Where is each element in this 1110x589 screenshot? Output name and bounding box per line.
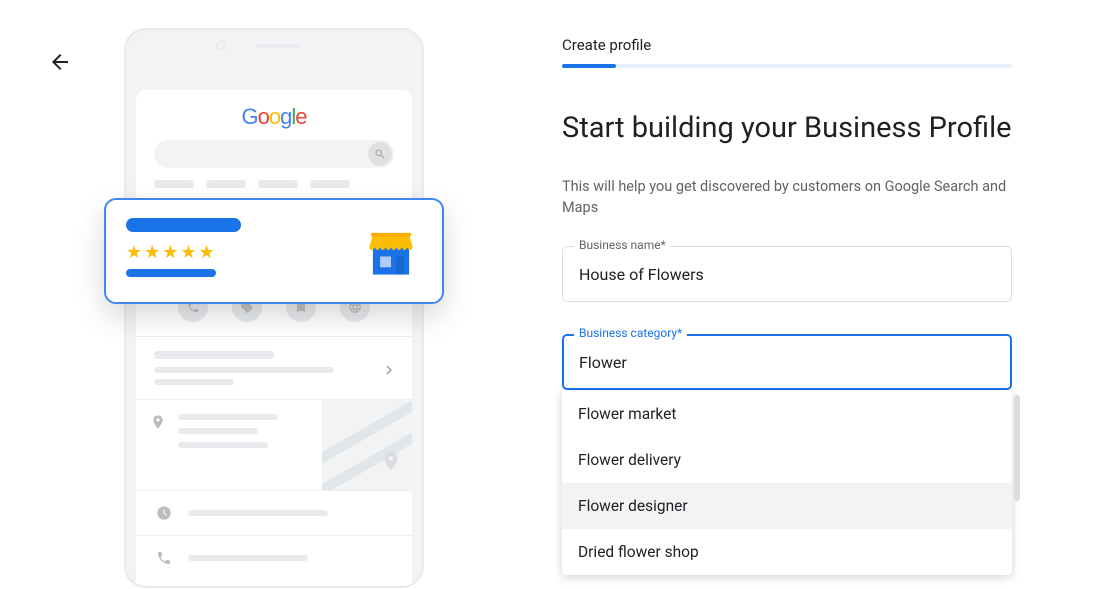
stepper-label: Create profile bbox=[562, 36, 1012, 54]
skeleton-tabs bbox=[136, 176, 412, 192]
google-logo: Google bbox=[136, 90, 412, 130]
chevron-right-icon bbox=[380, 361, 398, 383]
business-category-input[interactable] bbox=[562, 334, 1012, 390]
phone-mockup: Google bbox=[124, 28, 424, 588]
phone-camera-dot bbox=[216, 40, 226, 50]
category-suggestions-dropdown: Flower market Flower delivery Flower des… bbox=[562, 391, 1012, 575]
mock-map-section bbox=[136, 399, 412, 490]
suggestion-option[interactable]: Flower delivery bbox=[562, 437, 1012, 483]
mock-list-section bbox=[136, 336, 412, 399]
mock-subtitle-bar bbox=[126, 269, 216, 277]
mock-phone-row bbox=[136, 535, 412, 580]
featured-business-card: ★★★★★ bbox=[104, 198, 444, 304]
business-category-field: Business category* Flower market Flower … bbox=[562, 334, 1012, 390]
progress-track bbox=[562, 64, 1012, 68]
back-button[interactable] bbox=[48, 50, 72, 74]
business-name-field: Business name* bbox=[562, 246, 1012, 302]
mock-title-bar bbox=[126, 218, 241, 232]
phone-screen: Google bbox=[136, 90, 412, 586]
progress-fill bbox=[562, 64, 616, 68]
phone-outline-icon bbox=[154, 550, 174, 566]
suggestion-option[interactable]: Flower market bbox=[562, 391, 1012, 437]
pin-outline-icon bbox=[148, 414, 168, 430]
business-name-input[interactable] bbox=[562, 246, 1012, 302]
onboarding-illustration: Google bbox=[124, 28, 424, 588]
page-subtext: This will help you get discovered by cus… bbox=[562, 176, 1012, 218]
suggestion-option[interactable]: Dried flower shop bbox=[562, 529, 1012, 575]
phone-speaker bbox=[256, 44, 300, 48]
map-pin-icon bbox=[380, 450, 402, 472]
mock-search-bar bbox=[154, 140, 394, 168]
create-profile-form: Create profile Start building your Busin… bbox=[562, 36, 1012, 390]
clock-icon bbox=[154, 505, 174, 521]
mock-map-thumbnail bbox=[322, 400, 412, 490]
suggestion-option[interactable]: Flower designer bbox=[562, 483, 1012, 529]
mock-hours-row bbox=[136, 490, 412, 535]
storefront-icon bbox=[362, 222, 420, 284]
business-name-label: Business name* bbox=[574, 238, 671, 252]
dropdown-scrollbar[interactable] bbox=[1014, 395, 1020, 501]
arrow-left-icon bbox=[48, 50, 72, 74]
business-category-label: Business category* bbox=[574, 326, 687, 340]
search-icon bbox=[374, 148, 386, 160]
mock-search-button bbox=[368, 142, 392, 166]
page-headline: Start building your Business Profile bbox=[562, 110, 1012, 146]
